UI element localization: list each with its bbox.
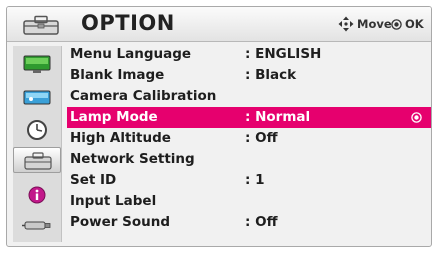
menu-item-value: : ENGLISH (245, 46, 322, 62)
menu-item-set-id[interactable]: Set ID : 1 (67, 170, 431, 191)
option-toolbox-icon (23, 15, 59, 35)
menu-item-input-label[interactable]: Input Label (67, 191, 431, 212)
picture-monitor-icon (23, 55, 51, 73)
menu-item-label: Blank Image (70, 67, 165, 83)
menu-title: OPTION (81, 11, 175, 35)
ok-dot-icon (391, 19, 402, 30)
menu-item-blank-image[interactable]: Blank Image : Black (67, 65, 431, 86)
category-sidebar (13, 46, 62, 242)
menu-item-menu-language[interactable]: Menu Language : ENGLISH (67, 44, 431, 65)
menu-item-lamp-mode[interactable]: Lamp Mode : Normal (67, 107, 431, 128)
sidebar-item-info[interactable] (13, 182, 61, 208)
menu-item-value: : Normal (245, 109, 311, 125)
sidebar-item-option[interactable] (13, 147, 61, 173)
menu-item-label: High Altitude (70, 130, 171, 146)
menu-item-label: Power Sound (70, 214, 171, 230)
info-icon (28, 186, 46, 204)
menu-item-power-sound[interactable]: Power Sound : Off (67, 212, 431, 233)
menu-item-label: Input Label (70, 193, 157, 209)
ok-dot-icon (411, 112, 422, 123)
menu-item-high-altitude[interactable]: High Altitude : Off (67, 128, 431, 149)
menu-item-value: : Off (245, 130, 278, 146)
menu-item-camera-calibration[interactable]: Camera Calibration (67, 86, 431, 107)
menu-item-label: Menu Language (70, 46, 192, 62)
sidebar-item-input[interactable] (13, 211, 61, 237)
menu-item-label: Lamp Mode (70, 109, 158, 125)
menu-item-label: Network Setting (70, 151, 195, 167)
menu-item-network-setting[interactable]: Network Setting (67, 149, 431, 170)
option-menu-panel: OPTION Move OK Menu Language: ENGLISH B… (6, 6, 432, 247)
screen-picture-icon (23, 90, 51, 105)
clock-icon (27, 120, 47, 140)
menu-header: OPTION Move OK (7, 7, 431, 42)
menu-item-value: : 1 (245, 172, 265, 188)
menu-item-value: : Off (245, 214, 278, 230)
move-hint-label: Move (357, 17, 392, 31)
four-way-arrow-icon (338, 16, 354, 32)
sidebar-item-time[interactable] (13, 116, 61, 142)
menu-item-value: : Black (245, 67, 297, 83)
sidebar-item-screen[interactable] (13, 85, 61, 111)
menu-item-label: Camera Calibration (70, 88, 217, 104)
input-connector-icon (22, 221, 51, 230)
option-toolbox-icon (24, 152, 52, 170)
ok-hint-label: OK (405, 17, 424, 31)
sidebar-item-picture[interactable] (13, 52, 61, 78)
menu-item-label: Set ID (70, 172, 117, 188)
